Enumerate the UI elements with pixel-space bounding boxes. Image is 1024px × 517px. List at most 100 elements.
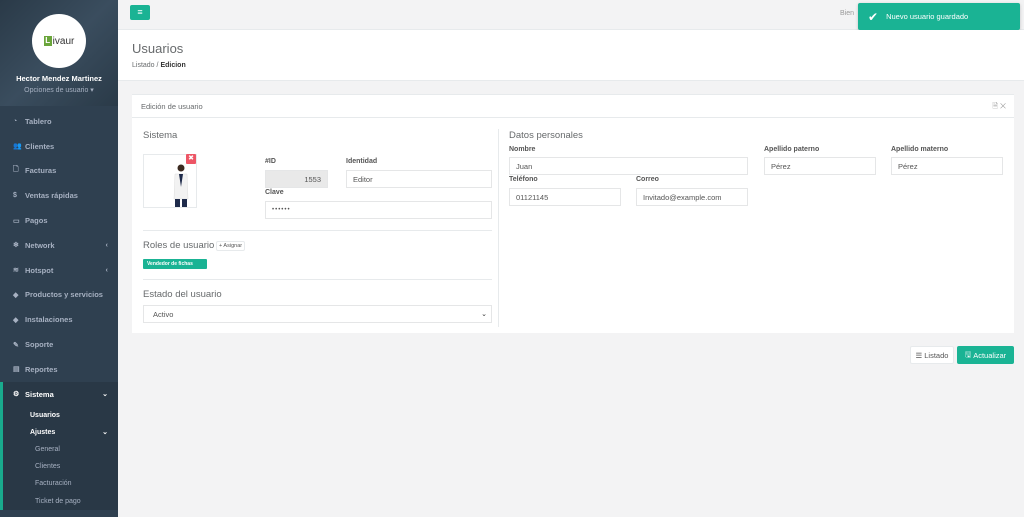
actualizar-button[interactable]: 🖫 Actualizar (957, 346, 1014, 364)
id-field: 1553 (265, 170, 328, 188)
sidebar-item-label: Clientes (25, 141, 55, 151)
apellido-paterno-input[interactable]: Pérez (764, 157, 876, 175)
sidebar-item-clientes[interactable]: 👥 Clientes (0, 134, 118, 159)
apellido-paterno-label: Apellido paterno (764, 146, 820, 153)
sidebar-item-reportes[interactable]: ▤ Reportes (0, 357, 118, 382)
wrench-icon: ✎ (13, 341, 19, 349)
estado-section-title: Estado del usuario (143, 289, 222, 300)
sidebar-item-label: Network (25, 240, 55, 250)
chevron-left-icon: ‹ (105, 241, 108, 249)
chevron-left-icon: ‹ (105, 266, 108, 274)
assign-role-button[interactable]: + Asignar (216, 241, 246, 251)
delete-photo-button[interactable]: ✖ (186, 154, 196, 164)
sidebar-item-label: Soporte (25, 340, 54, 350)
identidad-label: Identidad (346, 158, 378, 165)
dollar-icon: $ (13, 192, 17, 200)
logo-mark: Livaur (43, 35, 75, 47)
book-icon: ▤ (13, 366, 20, 374)
id-label: #ID (265, 158, 276, 165)
breadcrumb-listado[interactable]: Listado (132, 62, 155, 69)
apellido-materno-label: Apellido materno (891, 146, 949, 153)
sidebar-item-label: Facturas (25, 166, 57, 176)
sidebar-subitem-usuarios[interactable]: Usuarios (3, 407, 118, 424)
sidebar-subitem-ajustes[interactable]: Ajustes ⌄ (3, 424, 118, 441)
chevron-down-icon: ⌄ (481, 311, 487, 318)
correo-label: Correo (636, 176, 659, 183)
page-heading: Usuarios Listado / Edicion (118, 30, 1024, 81)
sidebar-item-label: Hotspot (25, 265, 54, 275)
profile-name: Hector Mendez Martinez (16, 74, 102, 83)
tag-icon: ◆ (13, 291, 19, 299)
sidebar-item-label: Productos y servicios (25, 290, 103, 300)
telefono-input[interactable]: 01121145 (509, 188, 621, 206)
sidebar-item-label: Ajustes (30, 428, 56, 436)
role-badge[interactable]: Vendedor de fichas (143, 259, 207, 269)
sidebar-item-productos[interactable]: ◆ Productos y servicios (0, 283, 118, 308)
apellido-materno-input[interactable]: Pérez (891, 157, 1003, 175)
list-icon: ☰ (915, 350, 923, 360)
chevron-down-icon: ⌄ (102, 391, 108, 399)
sidebar-subitem-clientes[interactable]: Clientes (3, 458, 118, 475)
actualizar-button-label: Actualizar (973, 350, 1007, 360)
sidebar-subitem-facturacion[interactable]: Facturación (3, 475, 118, 492)
sidebar-item-label: Sistema (25, 389, 54, 399)
divider (143, 230, 492, 231)
panel-title: Edición de usuario 🗎 ✕ (132, 95, 1014, 118)
sidebar-subitem-ticket[interactable]: Ticket de pago (3, 493, 118, 510)
menu-toggle-button[interactable]: ≡ (130, 5, 150, 20)
profile-header: Livaur Hector Mendez Martinez Opciones d… (0, 0, 118, 106)
page-title: Usuarios (132, 41, 184, 56)
save-icon: 🖫 (964, 349, 972, 359)
company-logo: Livaur (32, 14, 86, 68)
sidebar-item-pagos[interactable]: ▭ Pagos (0, 208, 118, 233)
sidebar-item-instalaciones[interactable]: ◆ Instalaciones (0, 307, 118, 332)
listado-button[interactable]: ☰ Listado (910, 346, 954, 364)
sidebar-subitem-general[interactable]: General (3, 441, 118, 458)
users-icon: 👥 (13, 143, 22, 151)
sidebar-item-hotspot[interactable]: ≋ Hotspot ‹ (0, 258, 118, 283)
dashboard-icon: ◔ (13, 117, 18, 125)
identidad-input[interactable]: Editor (346, 170, 492, 188)
file-icon: 🗋 (13, 166, 19, 174)
close-icon: ✖ (188, 155, 194, 162)
breadcrumb-separator: / (156, 62, 159, 69)
money-icon: ▭ (13, 217, 20, 225)
logo-letter: L (43, 36, 52, 46)
gears-icon: ⚙ (13, 391, 20, 399)
sidebar-item-facturas[interactable]: 🗋 Facturas (0, 159, 118, 184)
sidebar-item-label: Tablero (25, 116, 52, 126)
sidebar-item-label: Instalaciones (25, 315, 73, 325)
correo-input[interactable]: Invitado@example.com (636, 188, 748, 206)
roles-section-title: Roles de usuario (143, 240, 215, 251)
sidebar-item-sistema[interactable]: ⚙ Sistema ⌄ (0, 381, 118, 407)
welcome-text: Bien (839, 10, 854, 17)
sidebar-item-label: Reportes (25, 364, 58, 374)
panel-title-text: Edición de usuario (141, 101, 203, 111)
sidebar-item-network[interactable]: ❄ Network ‹ (0, 233, 118, 258)
divider (143, 279, 492, 280)
estado-select[interactable]: Activo ⌄ (143, 305, 492, 323)
sidebar-item-label: Ventas rápidas (25, 191, 78, 201)
breadcrumb: Listado / Edicion (132, 62, 1024, 69)
sidebar-nav: ◔ Tablero 👥 Clientes 🗋 Facturas $ Ventas ráp… (0, 109, 118, 510)
listado-button-label: Listado (924, 350, 949, 360)
hamburger-icon: ≡ (137, 7, 143, 17)
chevron-down-icon: ⌄ (102, 429, 108, 437)
success-toast[interactable]: ✔ Nuevo usuario guardado (858, 3, 1020, 30)
sidebar-item-ventas[interactable]: $ Ventas rápidas (0, 183, 118, 208)
sidebar-item-tablero[interactable]: ◔ Tablero (0, 109, 118, 134)
user-options-dropdown[interactable]: Opciones de usuario ▾ (0, 86, 118, 94)
sidebar-item-soporte[interactable]: ✎ Soporte (0, 332, 118, 357)
sidebar: Livaur Hector Mendez Martinez Opciones d… (0, 0, 118, 517)
wifi-icon: ≋ (13, 267, 19, 275)
estado-selected-value: Activo (153, 309, 174, 319)
password-input[interactable]: •••••• (265, 201, 492, 219)
column-divider (498, 129, 499, 327)
telefono-label: Teléfono (509, 176, 538, 183)
toast-message: Nuevo usuario guardado (886, 12, 969, 21)
nombre-label: Nombre (509, 146, 536, 153)
sistema-section-title: Sistema (143, 130, 178, 141)
nombre-input[interactable]: Juan (509, 157, 748, 175)
logo-text: ivaur (52, 35, 75, 47)
panel-tools-icons[interactable]: 🗎 ✕ (992, 102, 1006, 113)
